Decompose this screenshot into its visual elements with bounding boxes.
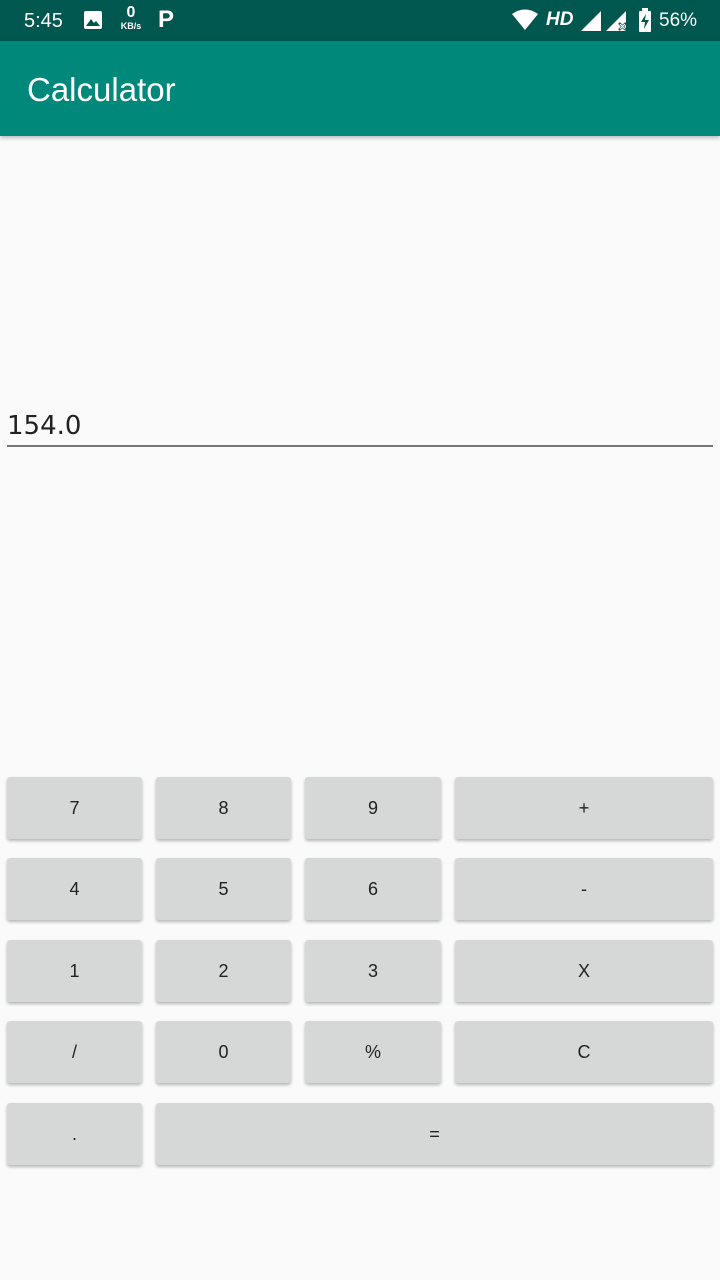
key-6[interactable]: 6 <box>305 858 441 920</box>
app-bar: Calculator <box>0 41 720 136</box>
key-1[interactable]: 1 <box>7 940 142 1002</box>
app-title: Calculator <box>27 71 176 108</box>
result-value: 154.0 <box>7 411 82 441</box>
key-2[interactable]: 2 <box>156 940 291 1002</box>
key-9[interactable]: 9 <box>305 777 441 839</box>
key-clear[interactable]: C <box>455 1021 713 1083</box>
network-speed-value: 0 <box>126 4 136 21</box>
key-4[interactable]: 4 <box>7 858 142 920</box>
status-bar: 5:45 0 KB/s P HD 56% <box>0 0 720 41</box>
key-decimal[interactable]: . <box>7 1103 142 1165</box>
key-7[interactable]: 7 <box>7 777 142 839</box>
key-divide[interactable]: / <box>7 1021 142 1083</box>
key-percent[interactable]: % <box>305 1021 441 1083</box>
cell-signal-icon <box>580 10 602 32</box>
key-5[interactable]: 5 <box>156 858 291 920</box>
key-plus[interactable]: + <box>455 777 713 839</box>
network-speed: 0 KB/s <box>116 5 146 31</box>
result-field[interactable]: 154.0 <box>7 405 713 447</box>
key-3[interactable]: 3 <box>305 940 441 1002</box>
key-equals[interactable]: = <box>156 1103 713 1165</box>
app-indicator-icon: P <box>158 6 175 33</box>
cell-signal-no-data-icon <box>605 10 629 32</box>
key-multiply[interactable]: X <box>455 940 713 1002</box>
network-type: HD <box>546 9 574 30</box>
network-speed-unit: KB/s <box>120 21 142 31</box>
battery-charging-icon <box>638 8 652 33</box>
key-minus[interactable]: - <box>455 858 713 920</box>
gallery-icon <box>83 10 103 30</box>
key-8[interactable]: 8 <box>156 777 291 839</box>
wifi-icon <box>511 9 539 31</box>
status-time: 5:45 <box>24 10 63 32</box>
battery-percent: 56% <box>659 10 698 31</box>
key-0[interactable]: 0 <box>156 1021 291 1083</box>
